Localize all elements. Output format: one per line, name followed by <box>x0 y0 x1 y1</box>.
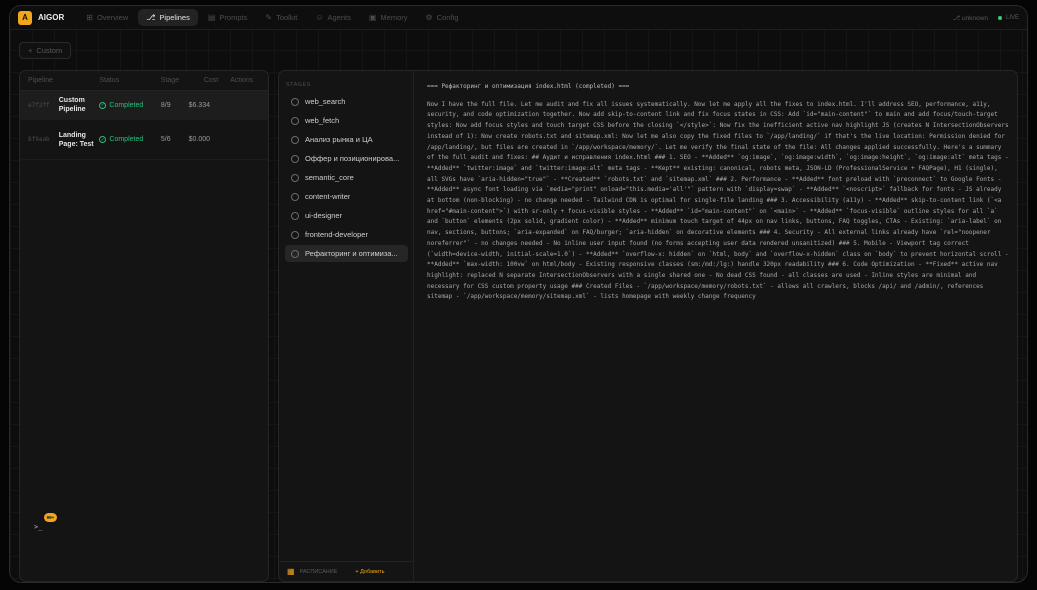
app-window: A AIGOR ⊞ Overview ⎇ Pipelines ▤ Prompts ✎ T… <box>9 5 1028 583</box>
stage-label: Анализ рынка и ЦА <box>305 135 373 144</box>
status-dot-icon <box>997 15 1002 20</box>
table-header: Pipeline Status Stage Cost Actions <box>20 71 268 91</box>
stage-item[interactable]: web_search <box>285 93 408 110</box>
pipeline-id: e7f2ff <box>28 101 50 109</box>
gear-icon: ⚙ <box>425 13 433 22</box>
stage-item[interactable]: content-writer <box>285 188 408 205</box>
nav-label: Pipelines <box>159 13 190 22</box>
plus-icon: + <box>28 46 33 55</box>
stage-label: content-writer <box>305 192 351 201</box>
stage-label: Рефакторинг и оптимиза... <box>305 249 398 258</box>
live-indicator: LIVE <box>997 14 1019 21</box>
circle-icon <box>291 230 299 239</box>
grid-icon: ⊞ <box>86 13 93 22</box>
cost-value: $6.334 <box>188 101 211 109</box>
add-stage-button[interactable]: + Добавить <box>355 569 384 575</box>
check-circle-icon: ✓ <box>99 136 107 143</box>
stage-label: web_fetch <box>305 116 340 125</box>
live-label: LIVE <box>1005 14 1019 21</box>
stage-progress: 5/6 <box>160 136 171 143</box>
nav-label: Memory <box>380 13 408 22</box>
nav-label: Overview <box>96 13 129 22</box>
stage-label: Оффер и позиционирова... <box>305 154 400 163</box>
terminal-icon[interactable]: >_ <box>34 523 42 531</box>
brand-name: AIGOR <box>38 13 65 22</box>
stage-item[interactable]: frontend-developer <box>285 226 408 243</box>
circle-icon <box>291 97 299 106</box>
schedule-button[interactable]: ▦ РАСПИСАНИЕ <box>287 567 337 576</box>
circle-icon <box>291 116 299 125</box>
col-actions: Actions <box>230 77 254 84</box>
nav-label: Toolkit <box>276 13 298 22</box>
stage-progress: 8/9 <box>160 101 171 109</box>
stage-output: === Рефакторинг и оптимизация index.html… <box>427 82 1012 303</box>
custom-label: Custom <box>36 46 63 55</box>
nav-agents[interactable]: ☺ Agents <box>307 9 359 26</box>
check-circle-icon: ✓ <box>99 101 107 109</box>
document-icon: ▣ <box>368 13 377 22</box>
nav-config[interactable]: ⚙ Config <box>418 9 467 26</box>
robot-icon: ☺ <box>315 13 324 22</box>
stage-item[interactable]: Анализ рынка и ЦА <box>285 131 408 148</box>
stage-label: web_search <box>305 97 346 106</box>
user-indicator[interactable]: ⎇ unknown <box>953 14 988 22</box>
nav-toolkit[interactable]: ✎ Toolkit <box>257 9 305 26</box>
logo-icon: A <box>18 10 32 25</box>
pipeline-name: Landing Page: Test <box>58 131 94 148</box>
nav-memory[interactable]: ▣ Memory <box>361 9 416 26</box>
circle-icon <box>291 192 299 201</box>
branch-icon: ⎇ <box>146 13 156 22</box>
stages-footer: ▦ РАСПИСАНИЕ + Добавить <box>279 561 414 581</box>
nav-overview[interactable]: ⊞ Overview <box>78 9 136 26</box>
nav-pipelines[interactable]: ⎇ Pipelines <box>138 9 198 26</box>
circle-icon <box>291 249 299 258</box>
cost-value: $0.000 <box>188 136 211 143</box>
col-cost: Cost <box>203 77 219 84</box>
user-name: unknown <box>961 14 988 22</box>
message-icon: ▤ <box>207 13 216 22</box>
stage-item[interactable]: web_fetch <box>285 112 408 129</box>
stage-label: ui-designer <box>305 211 343 220</box>
table-row[interactable]: e7f2ff Custom Pipeline ✓ Completed 8/9 $6… <box>20 91 268 120</box>
output-body: Now I have the full file. Let me audit a… <box>427 100 1009 301</box>
stage-item-selected[interactable]: Рефакторинг и оптимиза... <box>285 245 408 262</box>
stage-label: frontend-developer <box>305 230 368 239</box>
pipelines-table: Pipeline Status Stage Cost Actions e7f2f… <box>19 70 269 582</box>
pipeline-name: Custom Pipeline <box>58 97 86 113</box>
col-stage: Stage <box>160 77 180 84</box>
nav-prompts[interactable]: ▤ Prompts <box>200 9 256 26</box>
branch-icon: ⎇ <box>952 14 961 22</box>
status-text: Completed <box>109 101 144 109</box>
schedule-label: РАСПИСАНИЕ <box>299 568 338 575</box>
status-text: Completed <box>109 136 144 143</box>
nav-label: Agents <box>327 13 351 22</box>
col-pipeline: Pipeline <box>28 77 53 84</box>
stages-header: STAGES <box>286 82 311 88</box>
output-title: === Рефакторинг и оптимизация index.html… <box>427 83 630 90</box>
nav-label: Config <box>436 13 459 22</box>
stage-item[interactable]: semantic_core <box>285 169 408 186</box>
circle-icon <box>291 154 299 163</box>
status-badge: ✓ Completed <box>99 101 160 109</box>
table-row[interactable]: 8f9aab Landing Page: Test ✓ Completed 5/6… <box>20 120 268 160</box>
top-bar: A AIGOR ⊞ Overview ⎇ Pipelines ▤ Prompts ✎ T… <box>10 6 1027 30</box>
calendar-icon: ▦ <box>287 567 295 576</box>
stage-label: semantic_core <box>305 173 354 182</box>
col-status: Status <box>99 77 120 84</box>
notification-badge[interactable]: 99+ <box>44 513 57 522</box>
status-badge: ✓ Completed <box>99 136 160 143</box>
nav-label: Prompts <box>219 13 248 22</box>
wrench-icon: ✎ <box>265 13 273 22</box>
pipeline-detail: STAGES web_search web_fetch Анализ рынка… <box>278 70 1018 582</box>
circle-icon <box>291 211 299 220</box>
stages-list: STAGES web_search web_fetch Анализ рынка… <box>279 71 414 581</box>
circle-icon <box>291 173 299 182</box>
circle-icon <box>291 135 299 144</box>
custom-pipeline-button[interactable]: + Custom <box>19 42 72 59</box>
stage-item[interactable]: Оффер и позиционирова... <box>285 150 408 167</box>
pipeline-id: 8f9aab <box>28 136 50 143</box>
stage-item[interactable]: ui-designer <box>285 207 408 224</box>
